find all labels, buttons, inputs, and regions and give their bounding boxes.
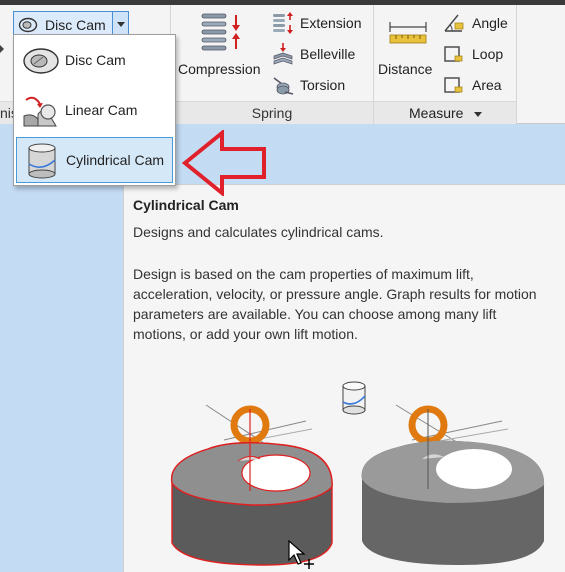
area-button[interactable]: Area	[440, 71, 514, 99]
menu-item-cylindrical-cam[interactable]: Cylindrical Cam	[16, 137, 173, 183]
area-icon	[444, 77, 463, 93]
disc-cam-icon	[23, 48, 59, 74]
cylindrical-cam-icon	[28, 143, 56, 179]
torsion-spring-icon	[273, 77, 294, 95]
angle-icon	[444, 14, 464, 32]
cam-preview-highlighted-image	[170, 404, 333, 566]
linear-cam-icon	[23, 96, 57, 127]
menu-item-label: Disc Cam	[65, 52, 126, 68]
distance-ruler-icon	[389, 22, 427, 44]
distance-button[interactable]: Distance	[376, 9, 438, 97]
cam-preview-image	[361, 404, 545, 565]
disc-cam-button-label: Disc Cam	[45, 17, 106, 33]
spring-panel-label: Spring	[251, 105, 293, 121]
angle-label: Angle	[472, 15, 508, 31]
belleville-spring-icon	[273, 43, 293, 65]
menu-item-label: Linear Cam	[65, 102, 138, 118]
measure-panel-label: Measure	[409, 105, 464, 121]
tooltip-description-line: parameters are available. You can choose…	[133, 306, 497, 322]
menu-item-disc-cam[interactable]: Disc Cam	[16, 38, 173, 84]
menu-item-linear-cam[interactable]: Linear Cam	[16, 88, 173, 134]
distance-label: Distance	[378, 61, 433, 77]
panel-separator	[516, 5, 517, 124]
extension-button[interactable]: Extension	[270, 9, 368, 37]
compression-label: Compression	[178, 61, 261, 77]
left-arrow-annotation-icon	[182, 130, 266, 196]
torsion-label: Torsion	[300, 77, 346, 93]
tooltip-description-line: motions, or add your own lift motion.	[133, 326, 358, 342]
extension-spring-icon	[273, 12, 293, 34]
tooltip-summary: Designs and calculates cylindrical cams.	[133, 224, 384, 240]
left-panel-arrow	[0, 45, 4, 53]
tooltip-title: Cylindrical Cam	[133, 197, 239, 213]
belleville-label: Belleville	[300, 46, 356, 62]
extension-label: Extension	[300, 15, 362, 31]
measure-panel-menu[interactable]: Measure	[404, 104, 488, 124]
chevron-down-icon	[117, 22, 125, 27]
chevron-down-icon	[474, 112, 482, 117]
torsion-button[interactable]: Torsion	[270, 71, 368, 99]
cam-panel-label: nis	[0, 105, 18, 121]
compression-button[interactable]: Compression	[176, 9, 266, 97]
cam-dropdown-menu: Disc Cam Linear Cam Cylindrical Cam	[13, 34, 176, 186]
mouse-cursor-icon	[288, 540, 314, 569]
loop-icon	[444, 46, 463, 62]
tooltip-description-line: acceleration, velocity, or pressure angl…	[133, 286, 537, 302]
angle-button[interactable]: Angle	[440, 9, 514, 37]
compression-spring-icon	[201, 13, 240, 51]
disc-cam-icon	[18, 17, 38, 33]
area-label: Area	[472, 77, 502, 93]
tooltip-description-line: Design is based on the cam properties of…	[133, 266, 474, 282]
cylindrical-cam-tooltip: Cylindrical Cam Designs and calculates c…	[123, 184, 565, 572]
menu-item-label: Cylindrical Cam	[66, 152, 165, 168]
loop-button[interactable]: Loop	[440, 40, 514, 68]
belleville-button[interactable]: Belleville	[270, 40, 368, 68]
loop-label: Loop	[472, 46, 504, 62]
